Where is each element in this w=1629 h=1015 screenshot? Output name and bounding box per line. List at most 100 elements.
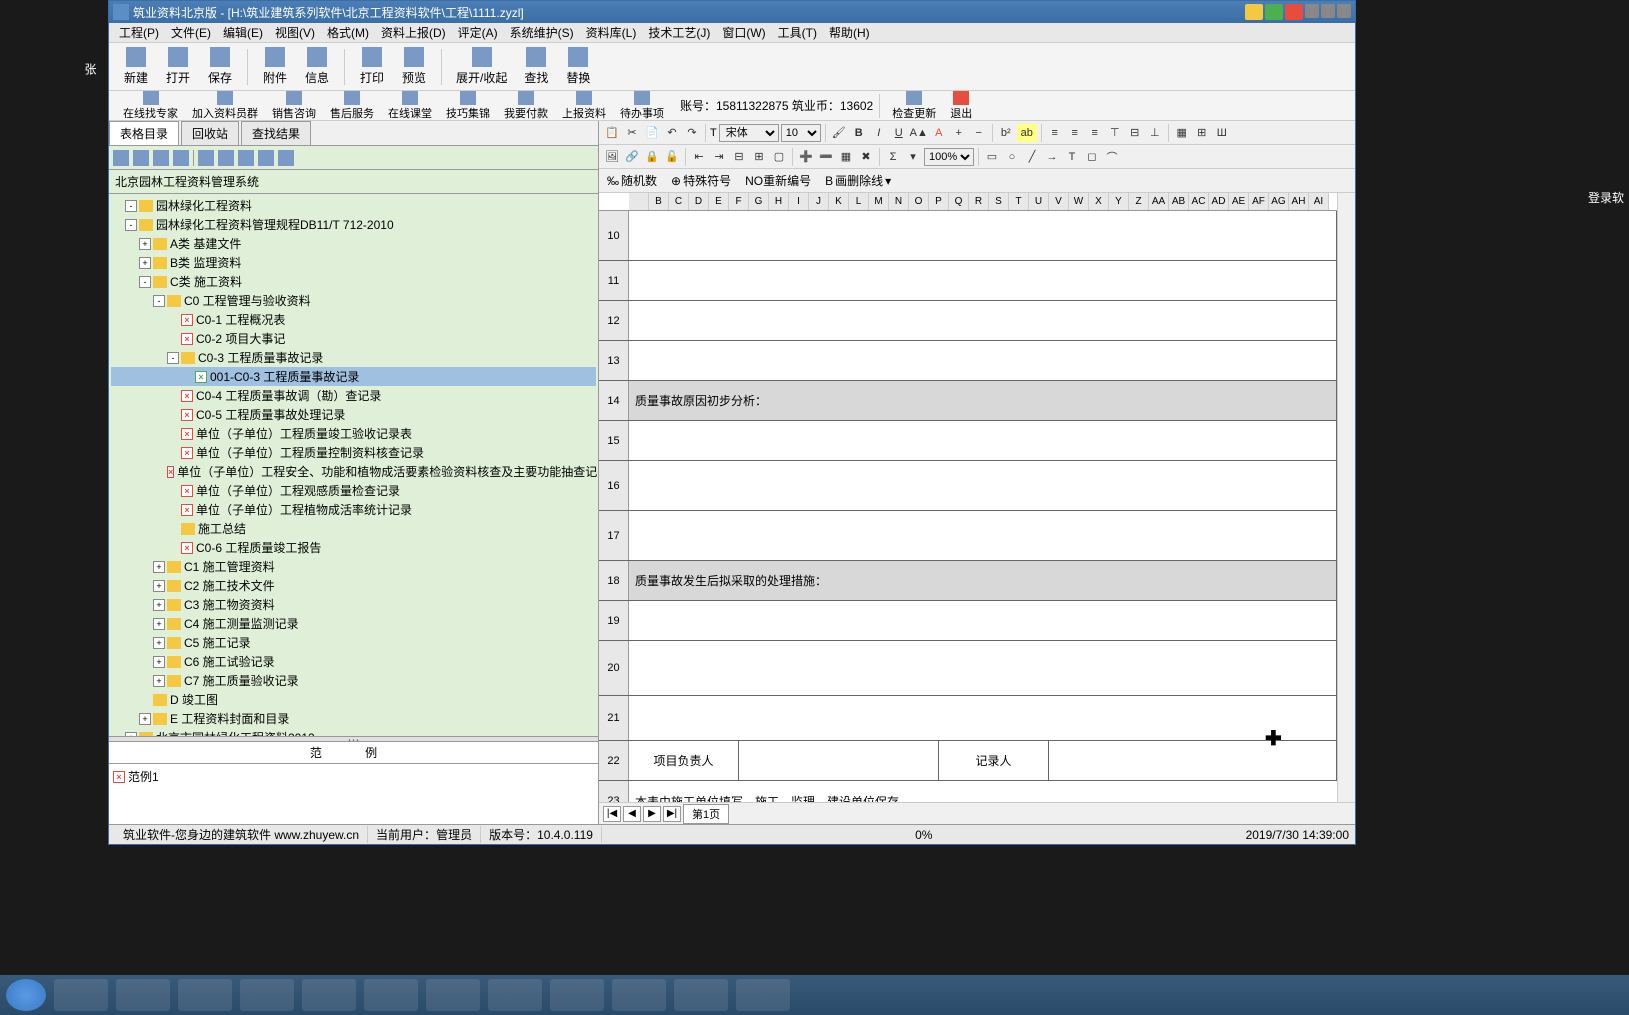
fill-icon[interactable]: ▦ xyxy=(837,148,855,166)
row-header[interactable]: 21 xyxy=(599,696,629,740)
shape-oval-icon[interactable]: ○ xyxy=(1003,148,1021,166)
col-header[interactable]: AB xyxy=(1169,193,1189,210)
tree-node[interactable]: +B类 监理资料 xyxy=(111,253,596,272)
menu-item[interactable]: 文件(E) xyxy=(165,22,217,43)
shape-text-icon[interactable]: T xyxy=(1063,148,1081,166)
col-header[interactable]: AG xyxy=(1269,193,1289,210)
grid-cell[interactable] xyxy=(629,211,1337,260)
menu-item[interactable]: 窗口(W) xyxy=(716,22,771,43)
col-header[interactable]: G xyxy=(749,193,769,210)
align-center-icon[interactable]: ≡ xyxy=(1066,124,1084,142)
col-header[interactable]: I xyxy=(789,193,809,210)
highlight-icon[interactable]: ab xyxy=(1017,124,1037,142)
superscript-icon[interactable]: b² xyxy=(997,124,1015,142)
row-header[interactable]: 20 xyxy=(599,641,629,695)
first-page-btn[interactable]: |◀ xyxy=(603,806,621,822)
col-header[interactable]: X xyxy=(1089,193,1109,210)
toolbar2-检查更新[interactable]: 检查更新 xyxy=(886,90,942,122)
toolbar2-上报资料[interactable]: 上报资料 xyxy=(556,90,612,122)
tree-toggle[interactable]: + xyxy=(139,257,151,269)
toolbar-打印[interactable]: 打印 xyxy=(353,45,391,88)
example-item[interactable]: × 范例1 xyxy=(113,768,594,785)
toolbar2-待办事项[interactable]: 待办事项 xyxy=(614,90,670,122)
left-tab[interactable]: 表格目录 xyxy=(109,121,179,145)
maximize-button[interactable] xyxy=(1265,4,1283,20)
underline-icon[interactable]: U xyxy=(890,124,908,142)
row-header[interactable]: 12 xyxy=(599,301,629,340)
grid-cell[interactable] xyxy=(629,641,1337,695)
close-button[interactable] xyxy=(1285,4,1303,20)
tree-node[interactable]: +C4 施工测量监测记录 xyxy=(111,614,596,633)
toolbar-附件[interactable]: 附件 xyxy=(256,45,294,88)
tree-node[interactable]: +A类 基建文件 xyxy=(111,234,596,253)
grid-cell[interactable] xyxy=(629,511,1337,560)
tree-tool-3[interactable] xyxy=(153,150,169,166)
shape-callout-icon[interactable]: ◻ xyxy=(1083,148,1101,166)
col-header[interactable]: AH xyxy=(1289,193,1309,210)
merge-icon[interactable]: ⊟ xyxy=(730,148,748,166)
grid-cell[interactable] xyxy=(629,696,1337,740)
zoom-select[interactable]: 100% xyxy=(924,148,974,166)
size-select[interactable]: 10 xyxy=(781,124,821,142)
menu-item[interactable]: 技术工艺(J) xyxy=(642,22,716,43)
splitter-horizontal[interactable] xyxy=(109,736,598,742)
grid-cell[interactable]: 记录人 xyxy=(939,741,1049,780)
mdi-min-button[interactable] xyxy=(1305,4,1319,18)
toolbar-信息[interactable]: 信息 xyxy=(298,45,336,88)
indent-inc-icon[interactable]: ⇥ xyxy=(710,148,728,166)
row-header[interactable]: 19 xyxy=(599,601,629,640)
task-item[interactable] xyxy=(364,979,418,1011)
task-item[interactable] xyxy=(178,979,232,1011)
tree-tool-4[interactable] xyxy=(173,150,189,166)
task-item[interactable] xyxy=(426,979,480,1011)
menu-item[interactable]: 工程(P) xyxy=(113,22,165,43)
task-item[interactable] xyxy=(488,979,542,1011)
tree-toggle[interactable]: + xyxy=(153,656,165,668)
redo-icon[interactable]: ↷ xyxy=(683,124,701,142)
tree-view[interactable]: -园林绿化工程资料-园林绿化工程资料管理规程DB11/T 712-2010+A类… xyxy=(109,194,598,736)
align-right-icon[interactable]: ≡ xyxy=(1086,124,1104,142)
col-header[interactable]: O xyxy=(909,193,929,210)
menu-item[interactable]: 系统维护(S) xyxy=(504,22,580,43)
tree-tool-2[interactable] xyxy=(133,150,149,166)
tree-toggle[interactable]: + xyxy=(139,238,151,250)
plus-icon[interactable]: + xyxy=(950,124,968,142)
shape-line-icon[interactable]: ╱ xyxy=(1023,148,1041,166)
grid-cell[interactable]: 本表由施工单位填写，施工、监理、建设单位保存。 xyxy=(629,781,1337,802)
copy-icon[interactable]: 📋 xyxy=(603,124,621,142)
page-tab[interactable]: 第1页 xyxy=(683,804,729,824)
dropdown-icon[interactable]: ▾ xyxy=(904,148,922,166)
sheet-grid[interactable]: 1011121314质量事故原因初步分析：15161718质量事故发生后拟采取的… xyxy=(599,211,1337,802)
col-header[interactable]: T xyxy=(1009,193,1029,210)
menu-item[interactable]: 帮助(H) xyxy=(823,22,876,43)
font-grow-icon[interactable]: A▲ xyxy=(910,124,928,142)
grid-cell[interactable] xyxy=(629,421,1337,460)
toolbar2-售后服务[interactable]: 售后服务 xyxy=(324,90,380,122)
tree-node[interactable]: +E 工程资料封面和目录 xyxy=(111,709,596,728)
menu-item[interactable]: 格式(M) xyxy=(321,22,375,43)
lock-icon[interactable]: 🔒 xyxy=(643,148,661,166)
toolbar-查找[interactable]: 查找 xyxy=(517,45,555,88)
toolbar2-退出[interactable]: 退出 xyxy=(944,90,978,122)
font-select[interactable]: 宋体 xyxy=(719,124,779,142)
toolbar2-我要付款[interactable]: 我要付款 xyxy=(498,90,554,122)
task-item[interactable] xyxy=(674,979,728,1011)
task-item[interactable] xyxy=(54,979,108,1011)
sum-icon[interactable]: Σ xyxy=(884,148,902,166)
toolbar2-加入资料员群[interactable]: 加入资料员群 xyxy=(186,90,264,122)
col-header[interactable]: R xyxy=(969,193,989,210)
col-header[interactable]: W xyxy=(1069,193,1089,210)
row-header[interactable]: 16 xyxy=(599,461,629,510)
col-header[interactable]: D xyxy=(689,193,709,210)
align-middle-icon[interactable]: ⊟ xyxy=(1126,124,1144,142)
tree-toggle[interactable]: - xyxy=(167,352,179,364)
toolbar2-销售咨询[interactable]: 销售咨询 xyxy=(266,90,322,122)
clear-icon[interactable]: ✖ xyxy=(857,148,875,166)
col-header[interactable]: AD xyxy=(1209,193,1229,210)
task-item[interactable] xyxy=(116,979,170,1011)
row-header[interactable]: 23 xyxy=(599,781,629,802)
col-header[interactable]: Z xyxy=(1129,193,1149,210)
task-item[interactable] xyxy=(240,979,294,1011)
tree-node[interactable]: ×C0-1 工程概况表 xyxy=(111,310,596,329)
grid-cell[interactable] xyxy=(629,261,1337,300)
